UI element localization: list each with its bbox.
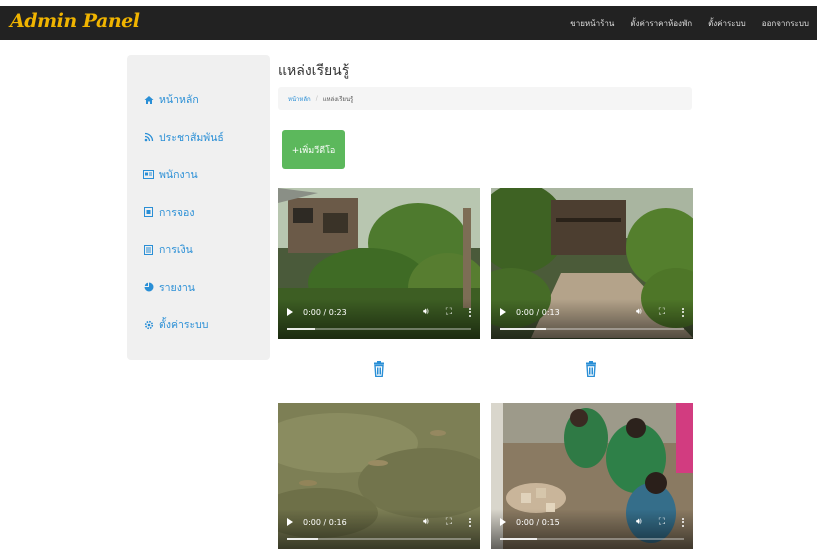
rss-icon xyxy=(142,132,155,142)
breadcrumb: หน้าหลัก / แหล่งเรียนรู้ xyxy=(278,87,692,110)
video-time: 0:00 / 0:16 xyxy=(303,517,347,527)
breadcrumb-home-link[interactable]: หน้าหลัก xyxy=(288,94,311,104)
video-controls: 0:00 / 0:23 🔊︎ ⛶ xyxy=(278,299,480,339)
video-controls: 0:00 / 0:15 🔊︎ ⛶ xyxy=(491,509,693,549)
nav-settings-link[interactable]: ตั้งค่าระบบ xyxy=(708,17,746,30)
sidebar-item-label: ประชาสัมพันธ์ xyxy=(159,131,224,144)
booking-icon xyxy=(142,207,155,218)
chart-icon xyxy=(142,282,155,292)
fullscreen-icon[interactable]: ⛶ xyxy=(659,517,665,527)
brand-logo[interactable]: Admin Panel xyxy=(10,10,140,32)
video-player[interactable]: 0:00 / 0:23 🔊︎ ⛶ xyxy=(278,188,480,339)
breadcrumb-separator: / xyxy=(315,95,318,102)
volume-icon[interactable]: 🔊︎ xyxy=(636,517,642,527)
volume-icon[interactable]: 🔊︎ xyxy=(423,517,429,527)
more-options-icon[interactable] xyxy=(682,517,684,527)
video-progress-fill xyxy=(500,538,537,540)
sidebar-item-settings[interactable]: ตั้งค่าระบบ xyxy=(127,306,270,344)
page-title: แหล่งเรียนรู้ xyxy=(278,63,350,79)
video-progress-fill xyxy=(287,328,315,330)
video-progress[interactable] xyxy=(500,538,684,540)
more-options-icon[interactable] xyxy=(469,517,471,527)
video-player[interactable]: 0:00 / 0:13 🔊︎ ⛶ xyxy=(491,188,693,339)
video-controls: 0:00 / 0:13 🔊︎ ⛶ xyxy=(491,299,693,339)
delete-video-icon[interactable] xyxy=(373,361,385,377)
sidebar-item-news[interactable]: ประชาสัมพันธ์ xyxy=(127,119,270,157)
video-player[interactable]: 0:00 / 0:16 🔊︎ ⛶ xyxy=(278,403,480,549)
video-time: 0:00 / 0:23 xyxy=(303,307,347,317)
volume-icon[interactable]: 🔊︎ xyxy=(636,307,642,317)
video-time: 0:00 / 0:13 xyxy=(516,307,560,317)
gear-icon xyxy=(142,320,155,330)
volume-icon[interactable]: 🔊︎ xyxy=(423,307,429,317)
sidebar-item-staff[interactable]: พนักงาน xyxy=(127,156,270,194)
sidebar-item-label: หน้าหลัก xyxy=(159,94,199,107)
video-progress[interactable] xyxy=(287,538,471,540)
fullscreen-icon[interactable]: ⛶ xyxy=(659,307,665,317)
delete-video-icon[interactable] xyxy=(585,361,597,377)
more-options-icon[interactable] xyxy=(469,307,471,317)
sidebar-item-report[interactable]: รายงาน xyxy=(127,269,270,307)
nav-logout-link[interactable]: ออกจากระบบ xyxy=(762,17,809,30)
top-navbar: Admin Panel ขายหน้าร้าน ตั้งค่าราคาห้องพ… xyxy=(0,6,817,40)
sidebar-item-label: การจอง xyxy=(159,206,195,219)
add-video-button[interactable]: +เพิ่มวีดีโอ xyxy=(282,130,345,169)
sidebar-item-finance[interactable]: การเงิน xyxy=(127,231,270,269)
nav-room-price-link[interactable]: ตั้งค่าราคาห้องพัก xyxy=(630,17,692,30)
sidebar-item-label: รายงาน xyxy=(159,281,195,294)
top-nav-links: ขายหน้าร้าน ตั้งค่าราคาห้องพัก ตั้งค่าระ… xyxy=(570,6,809,40)
video-player[interactable]: 0:00 / 0:15 🔊︎ ⛶ xyxy=(491,403,693,549)
play-icon[interactable] xyxy=(500,518,506,526)
nav-pos-link[interactable]: ขายหน้าร้าน xyxy=(570,17,614,30)
home-icon xyxy=(142,95,155,105)
play-icon[interactable] xyxy=(500,308,506,316)
video-time: 0:00 / 0:15 xyxy=(516,517,560,527)
video-progress-fill xyxy=(287,538,319,540)
id-card-icon xyxy=(142,170,155,180)
breadcrumb-current: แหล่งเรียนรู้ xyxy=(322,95,354,103)
video-progress-fill xyxy=(500,328,546,330)
sidebar-item-label: การเงิน xyxy=(159,244,193,257)
sidebar-item-booking[interactable]: การจอง xyxy=(127,194,270,232)
more-options-icon[interactable] xyxy=(682,307,684,317)
play-icon[interactable] xyxy=(287,308,293,316)
fullscreen-icon[interactable]: ⛶ xyxy=(446,517,452,527)
sidebar: หน้าหลัก ประชาสัมพันธ์ พนักงาน การจอง กา… xyxy=(127,55,270,360)
fullscreen-icon[interactable]: ⛶ xyxy=(446,307,452,317)
video-progress[interactable] xyxy=(287,328,471,330)
video-progress[interactable] xyxy=(500,328,684,330)
sidebar-item-label: พนักงาน xyxy=(159,169,198,182)
file-icon xyxy=(142,244,155,255)
video-controls: 0:00 / 0:16 🔊︎ ⛶ xyxy=(278,509,480,549)
play-icon[interactable] xyxy=(287,518,293,526)
sidebar-item-label: ตั้งค่าระบบ xyxy=(159,319,209,332)
sidebar-item-home[interactable]: หน้าหลัก xyxy=(127,81,270,119)
